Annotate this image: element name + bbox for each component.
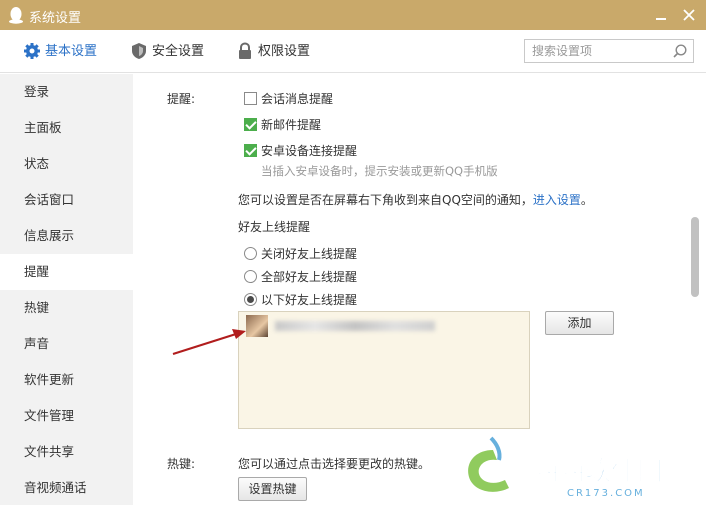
friend-online-title: 好友上线提醒	[238, 220, 311, 234]
minimize-icon	[656, 18, 666, 20]
svg-text:CR173.COM: CR173.COM	[567, 488, 645, 499]
sidebar-item-av-call[interactable]: 音视频通话	[0, 470, 133, 505]
reminder-section-label: 提醒:	[167, 92, 196, 106]
watermark-logo: 西西软件园 CR173.COM	[468, 436, 664, 499]
sidebar-item-file-management[interactable]: 文件管理	[0, 398, 133, 434]
search-input[interactable]	[525, 40, 665, 62]
sidebar-item-hotkeys[interactable]: 热键	[0, 290, 133, 326]
tab-permission-settings[interactable]: 权限设置	[236, 30, 326, 73]
sidebar-item-file-sharing[interactable]: 文件共享	[0, 434, 133, 470]
selected-friends-list[interactable]	[238, 311, 530, 429]
android-hint-text: 当插入安卓设备时，提示安装或更新QQ手机版	[261, 164, 498, 178]
hotkey-section-label: 热键:	[167, 457, 196, 471]
svg-text:西西软件园: 西西软件园	[533, 457, 663, 487]
friend-name-blurred	[275, 321, 435, 331]
sidebar-item-info-display[interactable]: 信息展示	[0, 218, 133, 254]
gear-icon	[24, 43, 40, 59]
lock-icon	[239, 42, 251, 59]
tab-basic-settings[interactable]: 基本设置	[23, 30, 113, 73]
friend-online-selected-radio[interactable]	[244, 293, 257, 306]
qzone-settings-link[interactable]: 进入设置	[533, 193, 581, 207]
title-bar: 系统设置	[0, 0, 706, 30]
qzone-notice-body: 您可以设置是否在屏幕右下角收到来自QQ空间的通知，	[238, 193, 533, 207]
sidebar-item-reminder[interactable]: 提醒	[0, 254, 133, 290]
sidebar-item-software-update[interactable]: 软件更新	[0, 362, 133, 398]
search-icon[interactable]	[672, 43, 688, 59]
friend-online-selected-label[interactable]: 以下好友上线提醒	[261, 291, 357, 308]
sidebar-item-chat-window[interactable]: 会话窗口	[0, 182, 133, 218]
chat-message-reminder-label[interactable]: 会话消息提醒	[261, 90, 333, 107]
settings-sidebar: 登录 主面板 状态 会话窗口 信息展示 提醒 热键 声音 软件更新 文件管理 文…	[0, 74, 133, 505]
qzone-notice-text: 您可以设置是否在屏幕右下角收到来自QQ空间的通知，进入设置。	[238, 191, 593, 208]
tab-label: 基本设置	[45, 44, 98, 59]
minimize-button[interactable]	[652, 6, 670, 24]
android-device-reminder-label[interactable]: 安卓设备连接提醒	[261, 142, 357, 159]
new-mail-reminder-label[interactable]: 新邮件提醒	[261, 116, 321, 133]
close-icon	[683, 9, 695, 21]
sidebar-item-main-panel[interactable]: 主面板	[0, 110, 133, 146]
tab-label: 权限设置	[258, 44, 311, 59]
chat-message-reminder-checkbox[interactable]	[244, 92, 257, 105]
settings-tab-bar: 基本设置 安全设置 权限设置	[0, 30, 706, 73]
friend-online-all-radio[interactable]	[244, 270, 257, 283]
sidebar-item-status[interactable]: 状态	[0, 146, 133, 182]
add-friend-button[interactable]: 添加	[545, 311, 614, 335]
sidebar-item-sound[interactable]: 声音	[0, 326, 133, 362]
friend-online-all-label[interactable]: 全部好友上线提醒	[261, 268, 357, 285]
content-scrollbar-thumb[interactable]	[691, 217, 699, 297]
set-hotkey-button[interactable]: 设置热键	[238, 477, 307, 501]
qq-penguin-icon	[9, 7, 23, 24]
hotkey-description: 您可以通过点击选择要更改的热键。	[238, 457, 431, 471]
annotation-arrow-icon	[172, 329, 246, 356]
shield-icon	[132, 43, 146, 59]
new-mail-reminder-checkbox[interactable]	[244, 118, 257, 131]
sidebar-item-login[interactable]: 登录	[0, 74, 133, 110]
friend-online-off-label[interactable]: 关闭好友上线提醒	[261, 245, 357, 262]
window-title: 系统设置	[29, 11, 82, 26]
search-box	[524, 39, 694, 63]
tab-label: 安全设置	[152, 44, 205, 59]
tab-security-settings[interactable]: 安全设置	[130, 30, 220, 73]
close-button[interactable]	[680, 6, 698, 24]
friend-online-off-radio[interactable]	[244, 247, 257, 260]
android-device-reminder-checkbox[interactable]	[244, 144, 257, 157]
qzone-notice-period: 。	[580, 193, 593, 207]
